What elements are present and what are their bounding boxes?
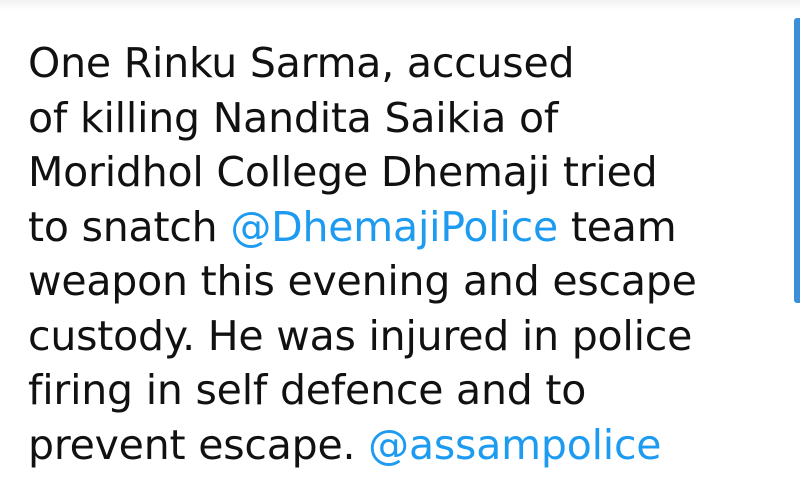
tweet-line-4-prefix: to snatch [28, 202, 231, 251]
tweet-line-8-prefix: prevent escape. [28, 420, 369, 469]
tweet-line-3: Moridhol College Dhemaji tried [28, 148, 658, 196]
mention-link-dhemajipolice[interactable]: @DhemajiPolice [230, 203, 558, 251]
top-edge-fade [0, 0, 800, 10]
tweet-line-6: custody. He was injured in police [28, 311, 693, 360]
tweet-line-4: to snatch @DhemajiPolice team [28, 200, 788, 255]
tweet-line-4-suffix: team [558, 202, 677, 251]
tweet-line-7: firing in self defence and to [28, 366, 587, 414]
tweet-line-1: One Rinku Sarma, accused [28, 39, 575, 87]
tweet-line-5: weapon this evening and escape [28, 257, 697, 305]
scroll-indicator[interactable] [794, 18, 800, 303]
mention-link-assampolice[interactable]: @assampolice [368, 421, 661, 469]
tweet-line-2: of killing Nandita Saikia of [28, 93, 559, 142]
tweet-line-8: prevent escape. @assampolice [28, 418, 788, 473]
tweet-text: One Rinku Sarma, accused of killing Nand… [28, 36, 788, 472]
